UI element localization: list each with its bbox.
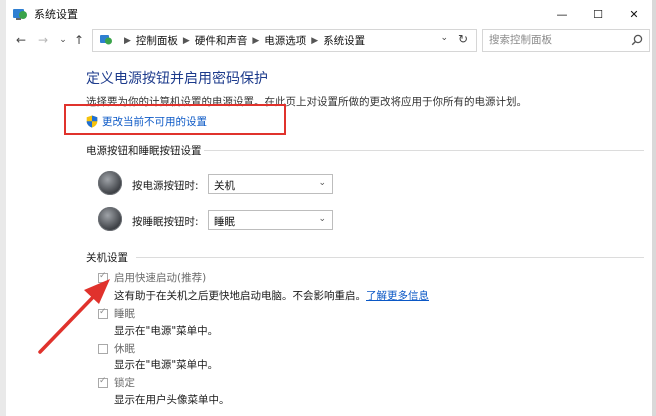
sleep-checkbox[interactable]	[98, 307, 108, 319]
maximize-button[interactable]: ☐	[580, 0, 616, 28]
page-title: 定义电源按钮并启用密码保护	[86, 71, 268, 87]
forward-button[interactable]: →	[34, 30, 52, 50]
power-buttons-heading: 电源按钮和睡眠按钮设置	[86, 145, 202, 157]
lock-label: 锁定	[114, 377, 135, 389]
sleep-label: 睡眠	[114, 308, 135, 320]
hibernate-description: 显示在"电源"菜单中。	[114, 359, 219, 371]
sleep-button-action-value: 睡眠	[214, 216, 235, 228]
breadcrumb: ▶ 控制面板 ▶ 硬件和声音 ▶ 电源选项 ▶ 系统设置	[119, 33, 365, 48]
fast-startup-description-text: 这有助于在关机之后更快地启动电脑。不会影响重启。	[114, 290, 366, 302]
fast-startup-checkbox[interactable]	[98, 271, 108, 283]
annotation-highlight-box	[64, 104, 286, 135]
shutdown-settings-heading: 关机设置	[86, 252, 128, 264]
sleep-button-action-select[interactable]: 睡眠 ⌄	[208, 210, 333, 230]
minimize-button[interactable]: —	[544, 0, 580, 28]
refresh-button[interactable]: ↻	[458, 32, 468, 46]
search-icon[interactable]	[631, 34, 643, 46]
breadcrumb-item[interactable]: 硬件和声音	[195, 33, 248, 48]
section-divider	[136, 257, 644, 258]
hibernate-checkbox[interactable]	[98, 344, 108, 354]
section-divider	[204, 150, 644, 151]
power-button-action-value: 关机	[214, 180, 235, 192]
lock-description: 显示在用户头像菜单中。	[114, 394, 230, 406]
sleep-description: 显示在"电源"菜单中。	[114, 325, 219, 337]
hibernate-label: 休眠	[114, 343, 135, 355]
address-row: ← → ⌄ ↑ ▶ 控制面板 ▶ 硬件和声音 ▶ 电源选项 ▶ 系统设置 ⌄ ↻	[6, 28, 652, 52]
address-history-dropdown[interactable]: ⌄	[440, 33, 448, 43]
window-title: 系统设置	[34, 8, 78, 21]
breadcrumb-item[interactable]: 控制面板	[136, 33, 178, 48]
breadcrumb-separator-icon: ▶	[311, 35, 319, 46]
close-button[interactable]: ✕	[616, 0, 652, 28]
address-bar[interactable]: ▶ 控制面板 ▶ 硬件和声音 ▶ 电源选项 ▶ 系统设置 ⌄ ↻	[92, 29, 477, 52]
chevron-down-icon: ⌄	[318, 178, 326, 188]
breadcrumb-item[interactable]: 电源选项	[264, 33, 306, 48]
breadcrumb-separator-icon: ▶	[182, 35, 190, 46]
up-button[interactable]: ↑	[70, 30, 88, 50]
control-panel-icon	[100, 35, 112, 45]
chevron-down-icon: ⌄	[318, 214, 326, 224]
back-button[interactable]: ←	[12, 30, 30, 50]
title-bar: 系统设置 — ☐ ✕	[6, 0, 652, 28]
window-right-edge	[652, 0, 656, 416]
lock-checkbox[interactable]	[98, 376, 108, 388]
fast-startup-description: 这有助于在关机之后更快地启动电脑。不会影响重启。了解更多信息	[114, 288, 429, 303]
sleep-button-label: 按睡眠按钮时:	[132, 216, 199, 228]
learn-more-link[interactable]: 了解更多信息	[366, 290, 429, 302]
power-button-icon	[98, 171, 122, 195]
breadcrumb-separator-icon: ▶	[124, 35, 131, 46]
power-button-action-select[interactable]: 关机 ⌄	[208, 174, 333, 194]
breadcrumb-item[interactable]: 系统设置	[323, 33, 365, 48]
control-panel-icon	[13, 9, 27, 20]
background-window-edge	[0, 0, 6, 416]
fast-startup-label: 启用快速启动(推荐)	[114, 272, 207, 284]
power-button-label: 按电源按钮时:	[132, 180, 199, 192]
search-box	[482, 29, 650, 52]
breadcrumb-separator-icon: ▶	[252, 35, 260, 46]
sleep-button-icon	[98, 207, 122, 231]
search-input[interactable]	[489, 32, 619, 48]
